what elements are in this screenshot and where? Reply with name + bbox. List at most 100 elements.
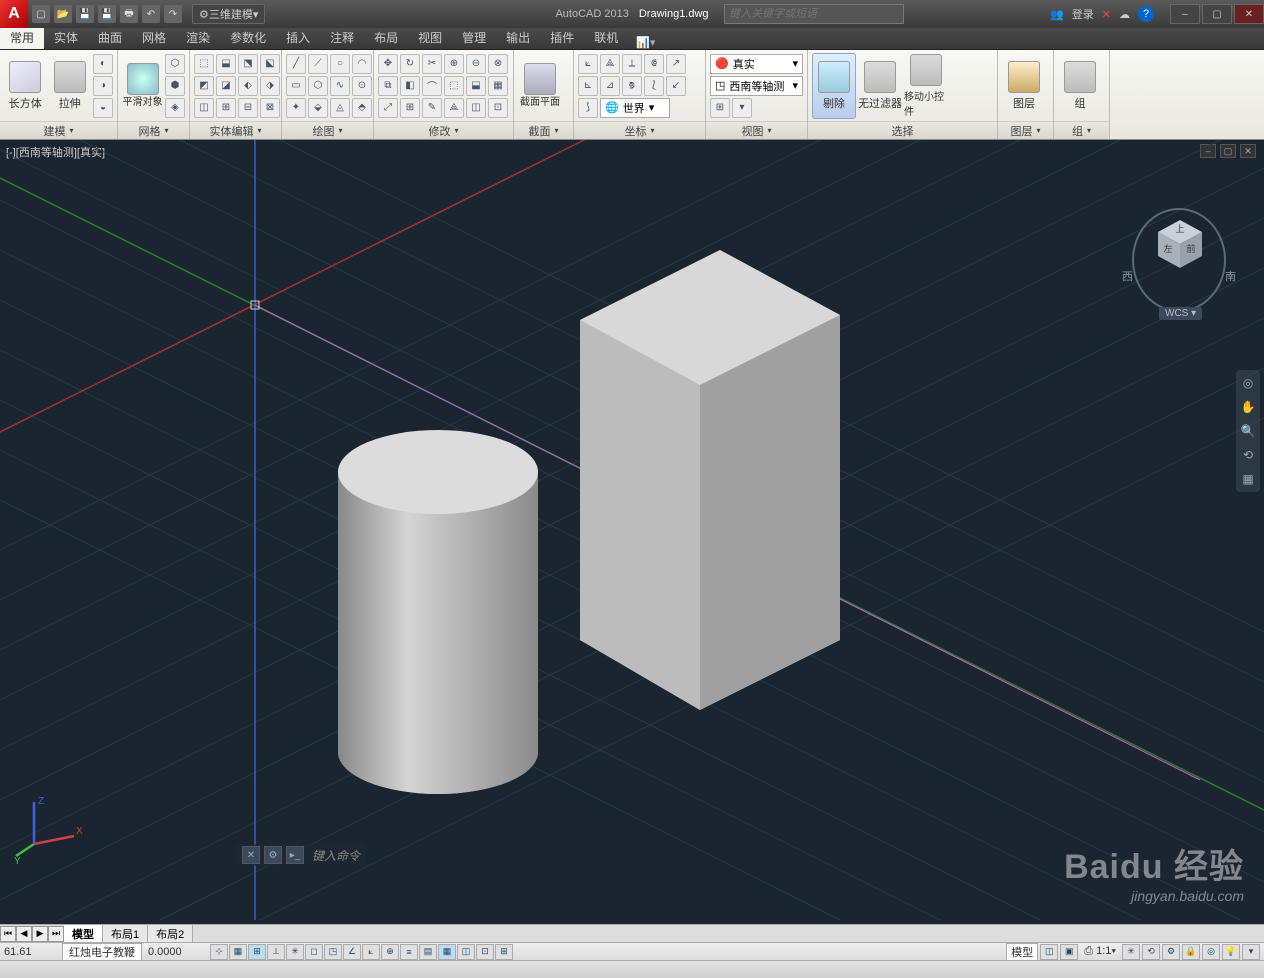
small-tool[interactable]: ⬕ bbox=[260, 54, 280, 74]
sr-btn6[interactable]: 🔒 bbox=[1182, 944, 1200, 960]
tab-plugins[interactable]: 插件 bbox=[540, 26, 584, 49]
small-tool[interactable]: ⬢ bbox=[165, 76, 185, 96]
modelspace-label[interactable]: 模型 bbox=[1006, 943, 1038, 961]
small-tool[interactable]: ⟃ bbox=[644, 54, 664, 74]
panel-title[interactable]: 截面▾ bbox=[514, 121, 573, 139]
arc-tool[interactable]: ◠ bbox=[352, 54, 372, 74]
small-tool[interactable]: ◐ bbox=[93, 54, 113, 74]
am-toggle[interactable]: ⊡ bbox=[476, 944, 494, 960]
sr-btn8[interactable]: 💡 bbox=[1222, 944, 1240, 960]
view-dropdown[interactable]: ◳西南等轴测▾ bbox=[710, 76, 803, 96]
sr-btn9[interactable]: ▾ bbox=[1242, 944, 1260, 960]
annoscale-label[interactable]: ⎙ 1:1▾ bbox=[1080, 945, 1120, 958]
tab-view[interactable]: 视图 bbox=[408, 26, 452, 49]
tab-mesh[interactable]: 网格 bbox=[132, 26, 176, 49]
cmd-prompt-icon[interactable]: ▸_ bbox=[286, 846, 304, 864]
polar-toggle[interactable]: ✳ bbox=[286, 944, 304, 960]
small-tool[interactable]: ⊖ bbox=[466, 54, 486, 74]
pan-icon[interactable]: ✋ bbox=[1239, 398, 1257, 416]
panel-title[interactable]: 视图▾ bbox=[706, 121, 807, 139]
small-tool[interactable]: ⬖ bbox=[238, 76, 258, 96]
panel-title[interactable]: 实体编辑▾ bbox=[190, 121, 281, 139]
panel-title[interactable]: 组▾ bbox=[1054, 121, 1109, 139]
sc-toggle[interactable]: ◫ bbox=[457, 944, 475, 960]
culling-button[interactable]: 剔除 bbox=[812, 53, 856, 119]
tab-annotate[interactable]: 注释 bbox=[320, 26, 364, 49]
small-tool[interactable]: ⟁ bbox=[600, 54, 620, 74]
small-tool[interactable]: ⟂ bbox=[622, 54, 642, 74]
visual-style-dropdown[interactable]: 🔴真实▾ bbox=[710, 54, 803, 74]
small-tool[interactable]: ◬ bbox=[330, 98, 350, 118]
grid-toggle[interactable]: ⊞ bbox=[248, 944, 266, 960]
small-tool[interactable]: ↗ bbox=[666, 54, 686, 74]
small-tool[interactable]: ⬓ bbox=[216, 54, 236, 74]
small-tool[interactable]: ⬡ bbox=[165, 54, 185, 74]
tab-next-icon[interactable]: ▶ bbox=[32, 926, 48, 942]
viewcube-cube[interactable]: 上 左 前 bbox=[1154, 218, 1206, 270]
small-tool[interactable]: ⟀ bbox=[578, 54, 598, 74]
extrude-button[interactable]: 拉伸 bbox=[49, 53, 92, 119]
sr-btn2[interactable]: ▣ bbox=[1060, 944, 1078, 960]
tab-insert[interactable]: 插入 bbox=[276, 26, 320, 49]
wcs-label[interactable]: WCS ▾ bbox=[1159, 307, 1202, 320]
saveas-icon[interactable]: 💾 bbox=[98, 5, 116, 23]
panel-title[interactable]: 绘图▾ bbox=[282, 121, 373, 139]
panel-title[interactable]: 修改▾ bbox=[374, 121, 513, 139]
polyline-tool[interactable]: ⟋ bbox=[308, 54, 328, 74]
workspace-dropdown[interactable]: ⚙ 三维建模 ▾ bbox=[192, 4, 265, 24]
small-tool[interactable]: ⬘ bbox=[352, 98, 372, 118]
small-tool[interactable]: ⬔ bbox=[238, 54, 258, 74]
ortho-toggle[interactable]: ⟂ bbox=[267, 944, 285, 960]
small-tool[interactable]: ⊗ bbox=[488, 54, 508, 74]
sr-btn7[interactable]: ◎ bbox=[1202, 944, 1220, 960]
cmd-customize-icon[interactable]: ⚙ bbox=[264, 846, 282, 864]
line-tool[interactable]: ╱ bbox=[286, 54, 306, 74]
app-menu-button[interactable]: A bbox=[0, 0, 28, 28]
tab-model[interactable]: 模型 bbox=[64, 925, 103, 943]
signin-icon[interactable]: 👥 bbox=[1050, 8, 1064, 21]
small-tool[interactable]: ↙ bbox=[666, 76, 686, 96]
infer-toggle[interactable]: ⊹ bbox=[210, 944, 228, 960]
osnap-toggle[interactable]: ◻ bbox=[305, 944, 323, 960]
small-tool[interactable]: ◈ bbox=[165, 98, 185, 118]
3dosnap-toggle[interactable]: ◳ bbox=[324, 944, 342, 960]
tab-layout1[interactable]: 布局1 bbox=[103, 925, 148, 943]
small-tool[interactable]: ▾ bbox=[732, 98, 752, 118]
dyn-toggle[interactable]: ⊕ bbox=[381, 944, 399, 960]
tb-toggle[interactable]: ⊞ bbox=[495, 944, 513, 960]
undo-icon[interactable]: ↶ bbox=[142, 5, 160, 23]
save-icon[interactable]: 💾 bbox=[76, 5, 94, 23]
move-tool[interactable]: ✥ bbox=[378, 54, 398, 74]
small-tool[interactable]: ⊾ bbox=[578, 76, 598, 96]
trim-tool[interactable]: ✂ bbox=[422, 54, 442, 74]
viewport[interactable]: [-][西南等轴测][真实] – ▢ ✕ bbox=[0, 140, 1264, 924]
small-tool[interactable]: ◑ bbox=[93, 76, 113, 96]
snap-toggle[interactable]: ▦ bbox=[229, 944, 247, 960]
small-tool[interactable]: ⟁ bbox=[444, 98, 464, 118]
tab-solid[interactable]: 实体 bbox=[44, 26, 88, 49]
small-tool[interactable]: ⬓ bbox=[466, 76, 486, 96]
fillet-tool[interactable]: ⌒ bbox=[422, 76, 442, 96]
small-tool[interactable]: ✦ bbox=[286, 98, 306, 118]
circle-tool[interactable]: ○ bbox=[330, 54, 350, 74]
exchange-icon[interactable]: ✕ bbox=[1102, 8, 1111, 21]
section-plane-button[interactable]: 截面平面 bbox=[518, 53, 562, 119]
close-button[interactable]: ✕ bbox=[1234, 4, 1264, 24]
redo-icon[interactable]: ↷ bbox=[164, 5, 182, 23]
smooth-button[interactable]: 平滑对象 bbox=[122, 53, 163, 119]
small-tool[interactable]: ⊞ bbox=[216, 98, 236, 118]
small-tool[interactable]: ◫ bbox=[466, 98, 486, 118]
small-tool[interactable]: ⬚ bbox=[194, 54, 214, 74]
small-tool[interactable]: ⊕ bbox=[444, 54, 464, 74]
tab-output[interactable]: 输出 bbox=[496, 26, 540, 49]
small-tool[interactable]: ⬙ bbox=[308, 98, 328, 118]
small-tool[interactable]: ⊟ bbox=[238, 98, 258, 118]
tab-parametric[interactable]: 参数化 bbox=[220, 26, 276, 49]
lwt-toggle[interactable]: ≡ bbox=[400, 944, 418, 960]
minimize-button[interactable]: – bbox=[1170, 4, 1200, 24]
help-search-input[interactable] bbox=[724, 4, 904, 24]
showmotion-icon[interactable]: ▦ bbox=[1239, 470, 1257, 488]
open-icon[interactable]: 📂 bbox=[54, 5, 72, 23]
viewcube[interactable]: 上 左 前 西 南 WCS ▾ bbox=[1124, 200, 1234, 320]
orbit-icon[interactable]: ⟲ bbox=[1239, 446, 1257, 464]
